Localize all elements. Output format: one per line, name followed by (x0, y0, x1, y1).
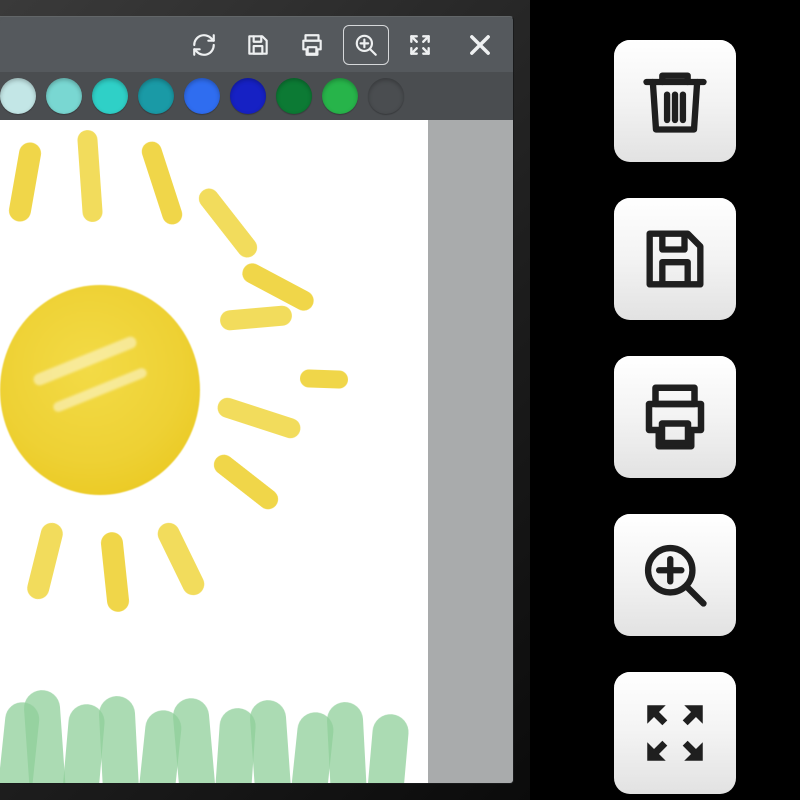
color-swatch[interactable] (138, 78, 174, 114)
color-swatch[interactable] (230, 78, 266, 114)
trash-icon (637, 63, 713, 139)
sun-drawing (0, 285, 200, 495)
save-icon (637, 221, 713, 297)
color-palette (0, 72, 513, 120)
device-frame (0, 0, 530, 800)
save-icon (245, 32, 271, 58)
color-swatch[interactable] (184, 78, 220, 114)
app-window (0, 16, 514, 784)
expand-icon (638, 696, 712, 770)
refresh-button[interactable] (181, 25, 227, 65)
print-button-large[interactable] (614, 356, 736, 478)
trash-button[interactable] (614, 40, 736, 162)
zoom-in-button-large[interactable] (614, 514, 736, 636)
side-action-panel (590, 40, 760, 794)
color-swatch[interactable] (276, 78, 312, 114)
color-swatch[interactable] (46, 78, 82, 114)
expand-icon (407, 32, 433, 58)
color-swatch[interactable] (368, 78, 404, 114)
top-toolbar (0, 17, 513, 72)
refresh-icon (191, 32, 217, 58)
zoom-in-icon (353, 32, 379, 58)
save-button-large[interactable] (614, 198, 736, 320)
canvas-viewport (0, 120, 513, 783)
color-swatch[interactable] (322, 78, 358, 114)
color-swatch[interactable] (0, 78, 36, 114)
print-button[interactable] (289, 25, 335, 65)
print-icon (636, 378, 714, 456)
expand-button-large[interactable] (614, 672, 736, 794)
close-button[interactable] (457, 25, 503, 65)
close-icon (466, 31, 494, 59)
save-button[interactable] (235, 25, 281, 65)
drawing-canvas[interactable] (0, 120, 428, 783)
expand-button[interactable] (397, 25, 443, 65)
print-icon (299, 32, 325, 58)
zoom-in-icon (637, 537, 713, 613)
color-swatch[interactable] (92, 78, 128, 114)
zoom-in-button[interactable] (343, 25, 389, 65)
